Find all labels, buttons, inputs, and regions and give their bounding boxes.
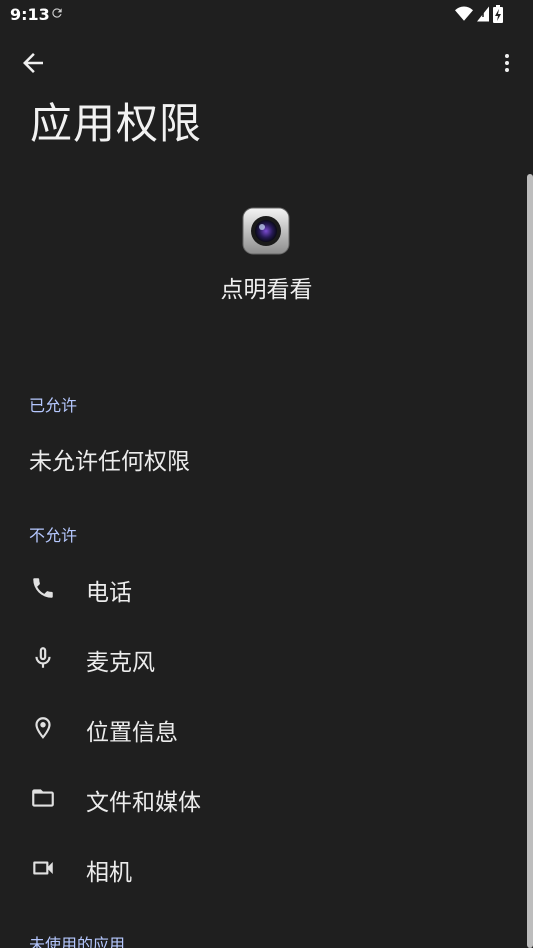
folder-icon bbox=[32, 789, 54, 807]
battery-icon bbox=[493, 5, 503, 23]
status-bar: 9:13 bbox=[0, 0, 533, 30]
back-arrow-icon[interactable] bbox=[18, 48, 48, 78]
page-title: 应用权限 bbox=[30, 99, 203, 148]
camera-icon bbox=[33, 861, 53, 875]
no-permissions-text: 未允许任何权限 bbox=[29, 449, 190, 475]
permission-label: 相机 bbox=[86, 860, 132, 886]
permission-row-location[interactable]: 位置信息 bbox=[0, 693, 520, 763]
permission-label: 电话 bbox=[86, 580, 132, 606]
location-icon bbox=[35, 717, 51, 739]
microphone-icon bbox=[35, 647, 51, 668]
camera-app-icon bbox=[242, 207, 290, 255]
permission-row-files-media[interactable]: 文件和媒体 bbox=[0, 763, 520, 833]
signal-icon bbox=[477, 6, 489, 22]
app-name: 点明看看 bbox=[220, 277, 313, 303]
permission-label: 文件和媒体 bbox=[86, 790, 201, 816]
allowed-section-header: 已允许 bbox=[29, 396, 78, 415]
wifi-icon bbox=[455, 6, 473, 21]
permission-row-microphone[interactable]: 麦克风 bbox=[0, 623, 520, 693]
unused-apps-section-header: 未使用的应用 bbox=[29, 935, 126, 948]
sync-icon bbox=[52, 8, 62, 18]
permission-label: 位置信息 bbox=[86, 720, 178, 746]
status-time: 9:13 bbox=[10, 5, 50, 24]
more-options-icon[interactable] bbox=[495, 48, 519, 78]
phone-icon bbox=[33, 578, 53, 598]
app-bar bbox=[0, 40, 533, 84]
permission-row-phone[interactable]: 电话 bbox=[0, 553, 520, 623]
permission-label: 麦克风 bbox=[86, 650, 155, 676]
denied-section-header: 不允许 bbox=[29, 526, 78, 545]
scrollbar[interactable] bbox=[527, 174, 533, 948]
status-icons bbox=[455, 5, 503, 23]
permission-row-camera[interactable]: 相机 bbox=[0, 833, 520, 903]
